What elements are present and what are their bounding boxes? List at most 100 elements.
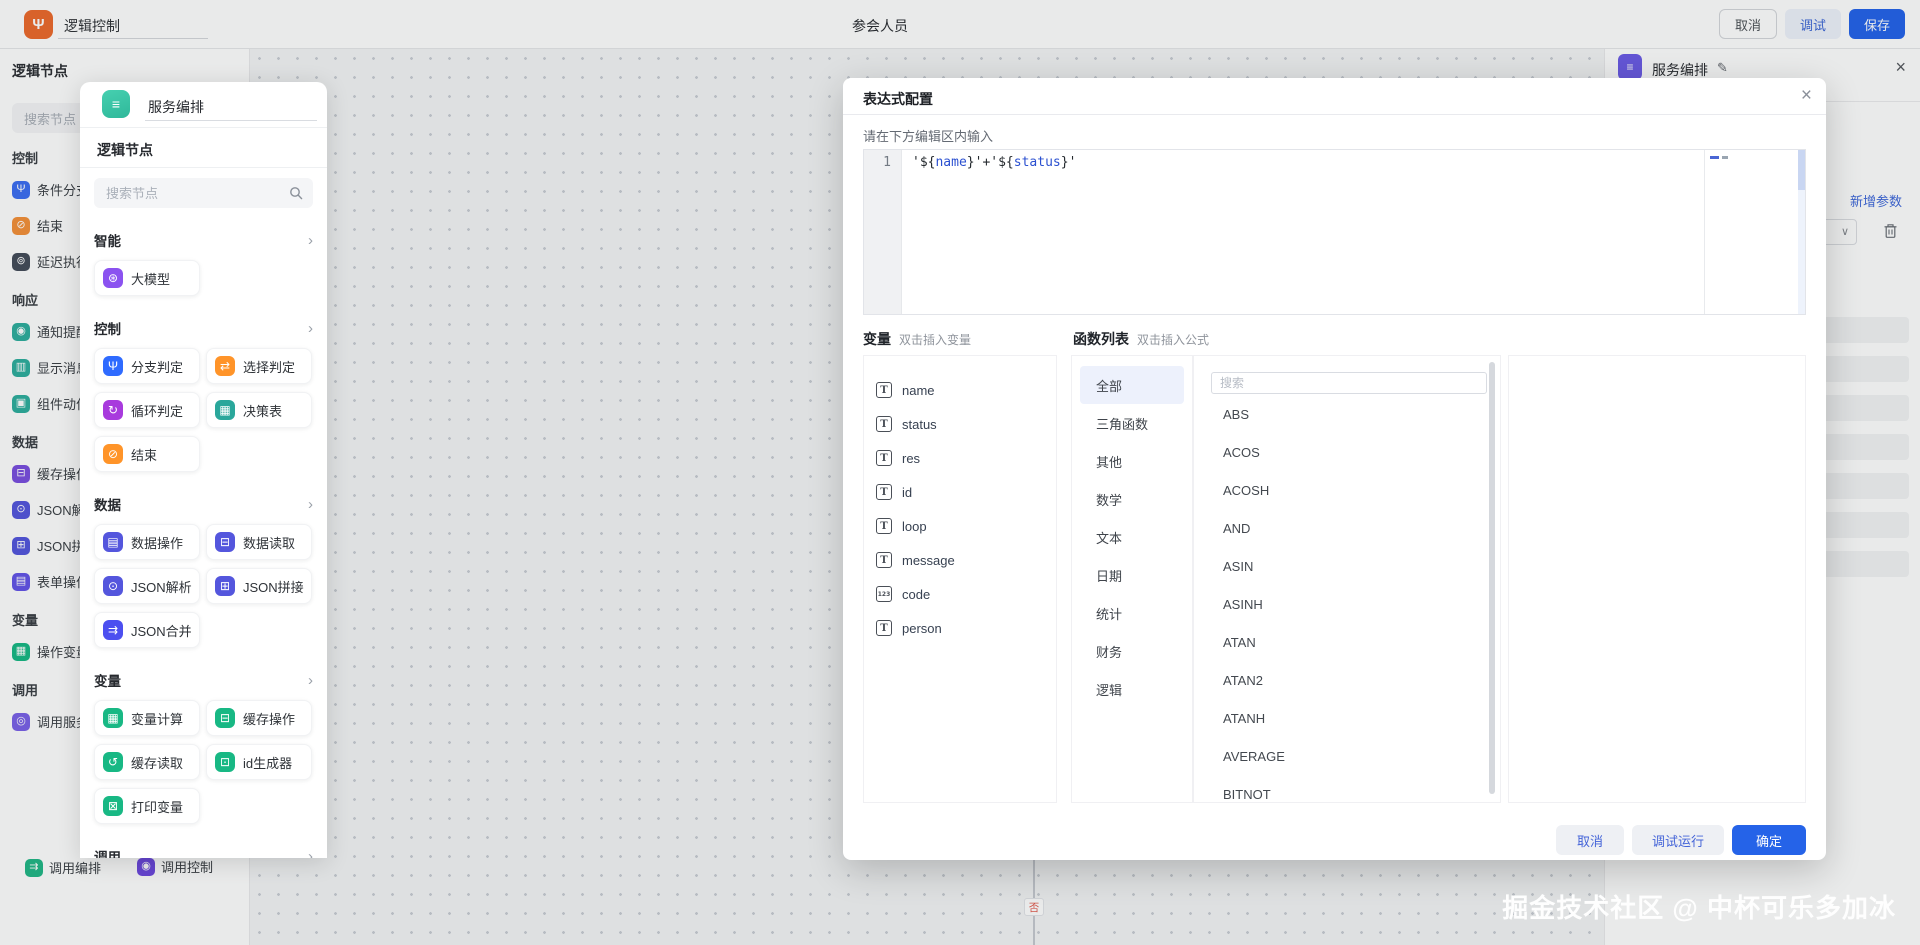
chevron-right-icon[interactable]: › (308, 232, 313, 249)
palette-node-card[interactable]: ▤ 数据操作 (94, 524, 200, 560)
function-item[interactable]: ASINH (1194, 585, 1500, 623)
variable-item[interactable]: Tname (864, 373, 1056, 407)
chevron-right-icon[interactable]: › (308, 496, 313, 513)
divider (80, 127, 327, 128)
function-search[interactable] (1211, 372, 1487, 394)
function-category[interactable]: 统计 (1080, 594, 1184, 632)
palette-node-card[interactable]: ⊡id生成器 (206, 744, 312, 780)
function-category[interactable]: 文本 (1080, 518, 1184, 556)
palette-node-label: 缓存读取 (131, 753, 183, 772)
palette-node-card[interactable]: ⇉JSON合并 (94, 612, 200, 648)
variable-item[interactable]: Tperson (864, 611, 1056, 645)
function-list-scrollbar[interactable] (1489, 362, 1495, 794)
variable-item[interactable]: Tstatus (864, 407, 1056, 441)
palette-node-card[interactable]: ▦变量计算 (94, 700, 200, 736)
editor-hint: 请在下方编辑区内输入 (863, 126, 993, 145)
variable-name: status (902, 417, 937, 432)
function-item[interactable]: BITNOT (1194, 775, 1500, 813)
function-category[interactable]: 数学 (1080, 480, 1184, 518)
node-type-icon: ▦ (103, 708, 123, 728)
function-category[interactable]: 全部 (1080, 366, 1184, 404)
node-type-icon: Ψ (103, 356, 123, 376)
modal-debug-run-button[interactable]: 调试运行 (1632, 825, 1724, 855)
palette-node-card[interactable]: ⊛大模型 (94, 260, 200, 296)
function-detail-panel (1508, 355, 1806, 803)
code-segment: name (935, 155, 966, 170)
chevron-right-icon[interactable]: › (308, 672, 313, 689)
function-item[interactable]: AVERAGE (1194, 737, 1500, 775)
palette-node-card[interactable]: ↻循环判定 (94, 392, 200, 428)
modal-cancel-button[interactable]: 取消 (1556, 825, 1624, 855)
function-item[interactable]: ACOS (1194, 433, 1500, 471)
function-item[interactable]: ATAN (1194, 623, 1500, 661)
palette-node-card[interactable]: ⇄选择判定 (206, 348, 312, 384)
node-type-icon: ⊙ (103, 576, 123, 596)
palette-node-label: 结束 (131, 445, 157, 464)
palette-node-card[interactable]: ⊘ 结束 (94, 436, 200, 472)
palette-node-card[interactable]: ⊟数据读取 (206, 524, 312, 560)
variable-item[interactable]: Tres (864, 441, 1056, 475)
function-item[interactable]: ASIN (1194, 547, 1500, 585)
text-type-icon: T (876, 552, 892, 568)
functions-heading: 函数列表 (1073, 329, 1129, 349)
variable-item[interactable]: Tmessage (864, 543, 1056, 577)
code-segment: } (967, 155, 975, 170)
text-type-icon: T (876, 484, 892, 500)
palette-node-label: 缓存操作 (243, 709, 295, 728)
palette-section-header: 调用› (94, 846, 313, 858)
function-item[interactable]: ACOSH (1194, 471, 1500, 509)
screen: 否 Ψ 逻辑控制 参会人员 取消 调试 保存 逻辑节点 搜索节点 控制Ψ条件分支… (0, 0, 1920, 945)
node-type-icon: ⊘ (103, 444, 123, 464)
variables-hint: 双击插入变量 (899, 331, 971, 348)
node-search[interactable] (94, 178, 313, 208)
palette-node-label: 大模型 (131, 269, 170, 288)
palette-node-card[interactable]: ⊞JSON拼接 (206, 568, 312, 604)
code-segment: ' (912, 155, 920, 170)
function-item[interactable]: ABS (1194, 395, 1500, 433)
search-icon (289, 186, 303, 200)
palette-cards: ▦变量计算⊟缓存操作↺缓存读取⊡id生成器⊠打印变量 (94, 700, 313, 824)
variable-item[interactable]: 123code (864, 577, 1056, 611)
palette-node-label: 分支判定 (131, 357, 183, 376)
function-category[interactable]: 三角函数 (1080, 404, 1184, 442)
node-type-icon: ▦ (215, 400, 235, 420)
function-list-panel: ABSACOSACOSHANDASINASINHATANATAN2ATANHAV… (1193, 355, 1501, 803)
minimap-divider (1704, 150, 1705, 314)
function-item[interactable]: ATANH (1194, 699, 1500, 737)
node-search-input[interactable] (94, 178, 313, 208)
function-category[interactable]: 日期 (1080, 556, 1184, 594)
function-category[interactable]: 逻辑 (1080, 670, 1184, 708)
text-type-icon: T (876, 620, 892, 636)
chevron-right-icon[interactable]: › (308, 320, 313, 337)
modal-confirm-button[interactable]: 确定 (1732, 825, 1806, 855)
palette-node-card[interactable]: Ψ 分支判定 (94, 348, 200, 384)
function-item[interactable]: ATAN2 (1194, 661, 1500, 699)
palette-section-header: 变量› (94, 670, 313, 690)
palette-node-card[interactable]: ↺缓存读取 (94, 744, 200, 780)
code-line[interactable]: '${name}'+'${status}' (912, 155, 1076, 170)
number-type-icon: 123 (876, 586, 892, 602)
function-search-input[interactable] (1211, 372, 1487, 394)
function-category-list: 全部三角函数其他数学文本日期统计财务逻辑 (1071, 355, 1193, 803)
palette-node-card[interactable]: ⊟缓存操作 (206, 700, 312, 736)
modal-footer: 取消 调试运行 确定 (843, 825, 1806, 855)
editor-scrollbar-thumb[interactable] (1798, 150, 1805, 190)
chevron-right-icon[interactable]: › (308, 848, 313, 859)
node-type-icon: ⊠ (103, 796, 123, 816)
node-type-icon: ▤ (103, 532, 123, 552)
editor-scrollbar-track[interactable] (1798, 150, 1805, 314)
function-category[interactable]: 其他 (1080, 442, 1184, 480)
variable-item[interactable]: Tloop (864, 509, 1056, 543)
close-icon[interactable]: × (1801, 85, 1812, 107)
palette-section-header: 数据› (94, 494, 313, 514)
expression-code-editor[interactable]: 1 '${name}'+'${status}' (863, 149, 1806, 315)
function-category[interactable]: 财务 (1080, 632, 1184, 670)
function-item[interactable]: AND (1194, 509, 1500, 547)
palette-node-card[interactable]: ▦决策表 (206, 392, 312, 428)
logic-nodes-title: 逻辑节点 (97, 140, 153, 160)
palette-node-card[interactable]: ⊙JSON解析 (94, 568, 200, 604)
code-segment: ${ (920, 155, 936, 170)
palette-node-label: 数据操作 (131, 533, 183, 552)
palette-node-card[interactable]: ⊠打印变量 (94, 788, 200, 824)
variable-item[interactable]: Tid (864, 475, 1056, 509)
